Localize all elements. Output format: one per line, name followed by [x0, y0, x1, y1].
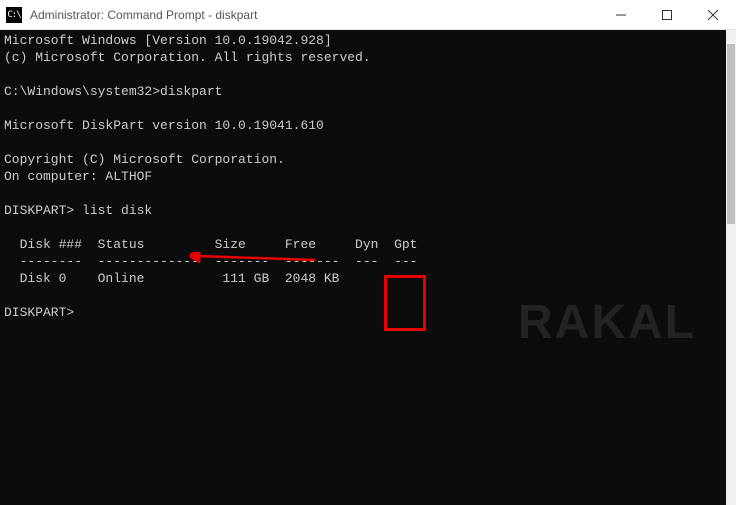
scrollbar-thumb[interactable]: [727, 44, 735, 224]
table-divider: -------- ------------- ------- ------- -…: [4, 254, 417, 269]
table-row: Disk 0 Online 111 GB 2048 KB: [4, 271, 339, 286]
output-line: DISKPART> list disk: [4, 203, 152, 218]
maximize-button[interactable]: [644, 0, 690, 30]
minimize-icon: [616, 10, 626, 20]
output-line: C:\Windows\system32>diskpart: [4, 84, 222, 99]
output-line: (c) Microsoft Corporation. All rights re…: [4, 50, 371, 65]
terminal-output[interactable]: Microsoft Windows [Version 10.0.19042.92…: [0, 30, 726, 505]
table-header: Disk ### Status Size Free Dyn Gpt: [4, 237, 417, 252]
minimize-button[interactable]: [598, 0, 644, 30]
terminal-area: Microsoft Windows [Version 10.0.19042.92…: [0, 30, 736, 505]
window-title: Administrator: Command Prompt - diskpart: [30, 8, 257, 22]
output-line: Microsoft DiskPart version 10.0.19041.61…: [4, 118, 324, 133]
close-button[interactable]: [690, 0, 736, 30]
output-line: Microsoft Windows [Version 10.0.19042.92…: [4, 33, 332, 48]
maximize-icon: [662, 10, 672, 20]
output-line: Copyright (C) Microsoft Corporation.: [4, 152, 285, 167]
window-controls: [598, 0, 736, 30]
output-line: On computer: ALTHOF: [4, 169, 152, 184]
cmd-icon: C:\: [6, 7, 22, 23]
vertical-scrollbar[interactable]: [726, 30, 736, 505]
window-titlebar: C:\ Administrator: Command Prompt - disk…: [0, 0, 736, 30]
close-icon: [708, 10, 718, 20]
prompt-line: DISKPART>: [4, 305, 74, 320]
